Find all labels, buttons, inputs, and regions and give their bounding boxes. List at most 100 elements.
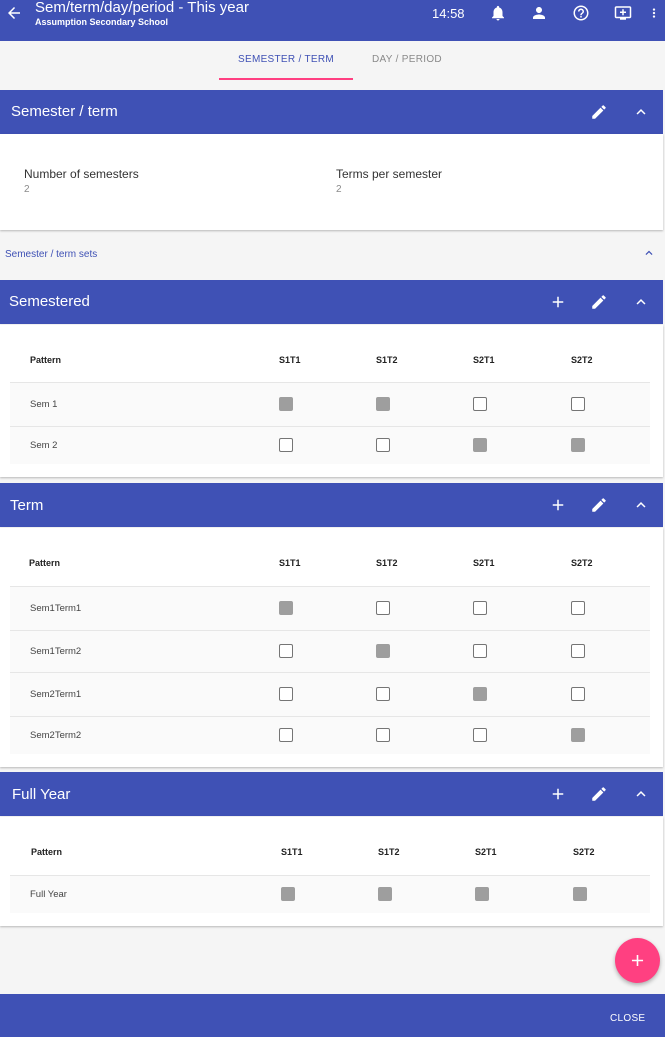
edit-icon[interactable] xyxy=(590,293,608,311)
column-header: S2T2 xyxy=(573,847,595,857)
edit-icon[interactable] xyxy=(590,496,608,514)
term-checkbox[interactable] xyxy=(571,601,585,615)
column-header: S1T1 xyxy=(279,558,301,568)
more-vert-icon[interactable] xyxy=(647,4,661,22)
add-icon[interactable] xyxy=(549,293,567,311)
section-title: Semestered xyxy=(9,293,90,310)
semestered-header: Semestered xyxy=(0,280,663,324)
arrow-back-icon[interactable] xyxy=(5,4,23,22)
school-name: Assumption Secondary School xyxy=(35,17,169,27)
section-title: Full Year xyxy=(12,786,71,803)
monitor-icon[interactable] xyxy=(614,4,632,22)
section-title: Term xyxy=(10,497,44,514)
pattern-label: Sem2Term1 xyxy=(30,689,82,700)
term-checkbox[interactable] xyxy=(279,644,293,658)
section-title: Semester / term xyxy=(11,103,118,120)
column-header: S1T2 xyxy=(378,847,400,857)
term-checkbox[interactable] xyxy=(376,397,390,411)
pattern-label: Full Year xyxy=(30,889,67,900)
column-header-pattern: Pattern xyxy=(31,847,63,857)
column-header: S1T2 xyxy=(376,558,398,568)
semester-term-body: Number of semesters 2 Terms per semester… xyxy=(0,134,663,230)
column-header: S2T1 xyxy=(473,355,495,365)
chevron-up-icon[interactable] xyxy=(632,785,650,803)
term-checkbox[interactable] xyxy=(376,438,390,452)
term-checkbox[interactable] xyxy=(473,438,487,452)
bottom-bar: CLOSE xyxy=(0,994,665,1037)
table-row: Sem 2 xyxy=(10,426,650,464)
app-bar: Sem/term/day/period - This year Assumpti… xyxy=(0,0,665,41)
chevron-up-icon[interactable] xyxy=(642,246,656,260)
term-checkbox[interactable] xyxy=(279,601,293,615)
pattern-label: Sem1Term2 xyxy=(30,646,82,657)
term-checkbox[interactable] xyxy=(571,728,585,742)
column-header: S1T2 xyxy=(376,355,398,365)
pattern-label: Sem 2 xyxy=(30,440,58,451)
term-checkbox[interactable] xyxy=(473,728,487,742)
term-table: Pattern S1T1 S1T2 S2T1 S2T2 Sem1Term1 Sem1Term… xyxy=(0,528,663,767)
add-icon[interactable] xyxy=(549,496,567,514)
term-checkbox[interactable] xyxy=(571,644,585,658)
term-checkbox[interactable] xyxy=(473,687,487,701)
table-row: Sem2Term2 xyxy=(10,716,650,754)
term-checkbox[interactable] xyxy=(279,397,293,411)
column-header: S2T2 xyxy=(571,355,593,365)
pattern-label: Sem2Term2 xyxy=(30,730,82,741)
column-header: S1T1 xyxy=(281,847,303,857)
term-checkbox[interactable] xyxy=(571,438,585,452)
tab-semester-term[interactable]: SEMESTER / TERM xyxy=(238,54,334,65)
term-checkbox[interactable] xyxy=(473,644,487,658)
term-checkbox[interactable] xyxy=(573,887,587,901)
term-header: Term xyxy=(0,483,663,527)
add-fab-button[interactable] xyxy=(615,938,660,983)
bell-icon[interactable] xyxy=(489,4,507,22)
column-header: S2T1 xyxy=(475,847,497,857)
full-year-table: Pattern S1T1 S1T2 S2T1 S2T2 Full Year xyxy=(0,817,663,926)
term-checkbox[interactable] xyxy=(475,887,489,901)
edit-icon[interactable] xyxy=(590,103,608,121)
pattern-label: Sem 1 xyxy=(30,399,58,410)
field-value: 2 xyxy=(24,184,30,195)
table-row: Full Year xyxy=(10,875,650,913)
add-icon[interactable] xyxy=(549,785,567,803)
column-header: S2T2 xyxy=(571,558,593,568)
term-checkbox[interactable] xyxy=(279,438,293,452)
close-button[interactable]: CLOSE xyxy=(610,1013,645,1024)
column-header: S1T1 xyxy=(279,355,301,365)
column-header: S2T1 xyxy=(473,558,495,568)
term-checkbox[interactable] xyxy=(279,728,293,742)
term-checkbox[interactable] xyxy=(473,397,487,411)
table-row: Sem2Term1 xyxy=(10,672,650,716)
semester-term-header: Semester / term xyxy=(0,90,663,134)
term-checkbox[interactable] xyxy=(376,644,390,658)
person-icon[interactable] xyxy=(530,4,548,22)
chevron-up-icon[interactable] xyxy=(632,496,650,514)
tab-day-period[interactable]: DAY / PERIOD xyxy=(372,54,442,65)
term-checkbox[interactable] xyxy=(571,397,585,411)
term-checkbox[interactable] xyxy=(376,601,390,615)
full-year-header: Full Year xyxy=(0,772,663,816)
edit-icon[interactable] xyxy=(590,785,608,803)
help-icon[interactable] xyxy=(572,4,590,22)
term-checkbox[interactable] xyxy=(281,887,295,901)
chevron-up-icon[interactable] xyxy=(632,293,650,311)
table-row: Sem1Term2 xyxy=(10,630,650,672)
term-checkbox[interactable] xyxy=(571,687,585,701)
column-header-pattern: Pattern xyxy=(29,558,61,568)
column-header-pattern: Pattern xyxy=(30,355,62,365)
term-checkbox[interactable] xyxy=(473,601,487,615)
term-checkbox[interactable] xyxy=(279,687,293,701)
term-checkbox[interactable] xyxy=(378,887,392,901)
semestered-table: Pattern S1T1 S1T2 S2T1 S2T2 Sem 1 Sem 2 xyxy=(0,325,663,477)
chevron-up-icon[interactable] xyxy=(632,103,650,121)
term-checkbox[interactable] xyxy=(376,687,390,701)
term-checkbox[interactable] xyxy=(376,728,390,742)
field-value: 2 xyxy=(336,184,342,195)
field-label: Terms per semester xyxy=(336,167,443,181)
tab-indicator xyxy=(219,78,353,80)
field-label: Number of semesters xyxy=(24,167,139,181)
term-sets-label: Semester / term sets xyxy=(5,249,98,260)
table-row: Sem1Term1 xyxy=(10,586,650,630)
table-row: Sem 1 xyxy=(10,382,650,426)
term-sets-bar[interactable]: Semester / term sets xyxy=(0,233,663,278)
